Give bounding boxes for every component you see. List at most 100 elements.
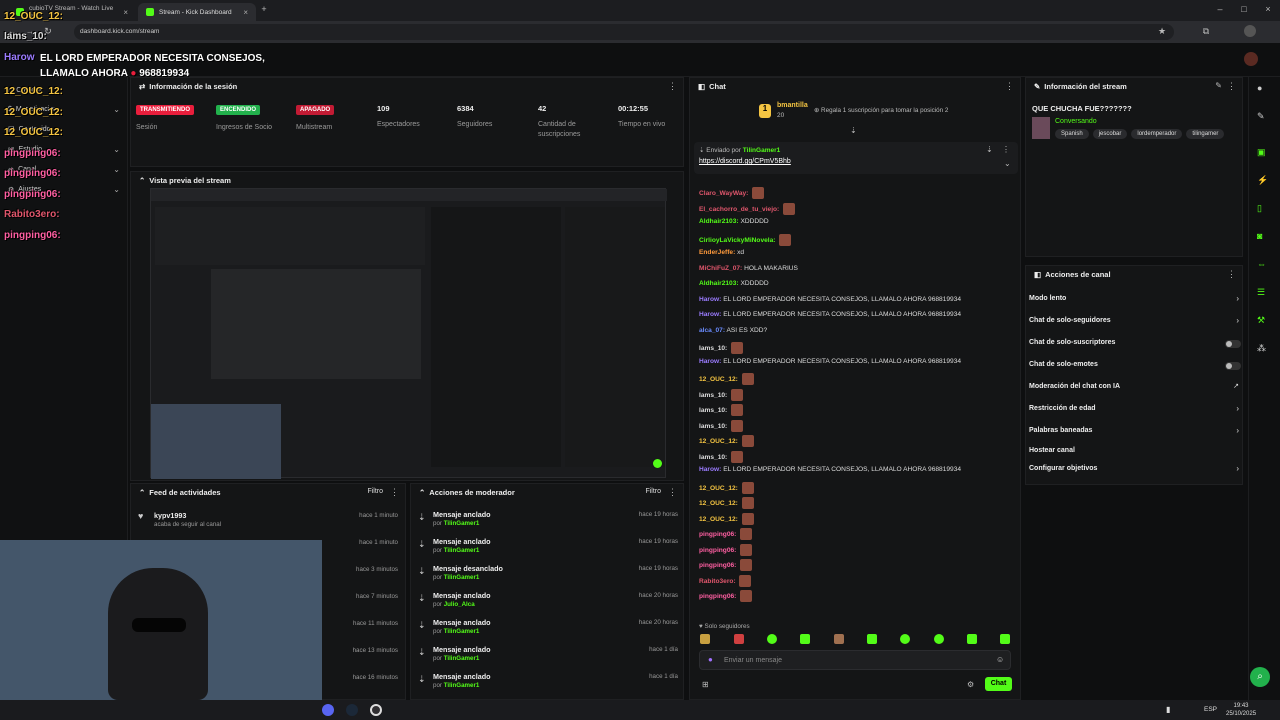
scroll-down-icon[interactable]: ⇣ [850, 126, 857, 135]
chat-username[interactable]: pingping06: [699, 593, 736, 600]
bolt-icon[interactable]: ⚡ [1257, 175, 1268, 186]
chat-username[interactable]: Iams_10: [699, 345, 727, 352]
emote-icon[interactable] [767, 634, 777, 644]
send-chat-button[interactable]: Chat [985, 677, 1012, 691]
chat-username[interactable]: Harow: [699, 311, 721, 318]
chat-username[interactable]: Iams_10: [699, 422, 727, 429]
url-field[interactable]: dashboard.kick.com/stream [74, 24, 1174, 40]
chat-username[interactable]: pingping06: [699, 531, 736, 538]
channel-action-item[interactable]: Configurar objetivos › [1029, 464, 1241, 476]
chat-username[interactable]: Harow: [699, 466, 721, 473]
close-window-icon[interactable]: × [1262, 3, 1274, 15]
channel-action-item[interactable]: Restricción de edad › [1029, 404, 1241, 416]
pinned-link[interactable]: https://discord.gg/CPmV5Bhb [699, 158, 791, 165]
emoji-picker-icon[interactable]: ☺ [996, 655, 1004, 664]
channel-action-item[interactable]: Chat de solo-seguidores › [1029, 316, 1241, 328]
chat-username[interactable]: Aldhair2103: [699, 280, 739, 287]
collapse-icon[interactable]: ⌃ [139, 176, 145, 185]
bookmark-star-icon[interactable]: ★ [1156, 25, 1168, 37]
chat-username[interactable]: Iams_10: [699, 453, 727, 460]
gift-sub-icon[interactable]: ⊞ [702, 680, 709, 689]
collapse-icon[interactable]: ⌃ [419, 488, 425, 497]
tab-kick-dashboard[interactable]: Stream - Kick Dashboard × [138, 3, 256, 21]
chat-username[interactable]: 12_OUC_12: [699, 438, 738, 445]
channel-action-item[interactable]: Modo lento › [1029, 294, 1241, 306]
emote-icon[interactable] [867, 634, 877, 644]
obs-icon[interactable] [370, 704, 382, 716]
chat-username[interactable]: EnderJeffe: [699, 249, 735, 256]
tag-chip[interactable]: tilingamer [1186, 129, 1225, 139]
chat-username[interactable]: Aldhair2103: [699, 218, 739, 225]
chat-username[interactable]: pingping06: [699, 546, 736, 553]
kebab-menu-icon[interactable]: ⋮ [1005, 81, 1014, 92]
chat-username[interactable]: Iams_10: [699, 391, 727, 398]
emote-icon[interactable] [834, 634, 844, 644]
chat-username[interactable]: CirlioyLaVickyMiNovela: [699, 236, 775, 243]
chat-username[interactable]: Claro_WayWay: [699, 190, 748, 197]
edit-icon[interactable]: ✎ [1215, 81, 1222, 90]
emote-icon[interactable] [967, 634, 977, 644]
emote-icon[interactable] [1000, 634, 1010, 644]
kebab-menu-icon[interactable]: ⋮ [668, 487, 677, 498]
channel-action-item[interactable]: Moderación del chat con IA ↗ [1029, 382, 1241, 394]
emote-icon[interactable] [934, 634, 944, 644]
chat-username[interactable]: 12_OUC_12: [699, 484, 738, 491]
kebab-menu-icon[interactable]: ⋮ [1227, 269, 1236, 280]
new-tab-icon[interactable]: + [258, 3, 270, 15]
apps-icon[interactable]: ⁂ [1257, 343, 1266, 354]
minimize-icon[interactable]: – [1214, 3, 1226, 15]
list-icon[interactable]: ☰ [1257, 287, 1265, 298]
category-name[interactable]: Conversando [1055, 118, 1097, 125]
comment-icon[interactable]: ◙ [1257, 231, 1262, 241]
emote-icon[interactable] [734, 634, 744, 644]
wrench-icon[interactable]: ⚒ [1257, 315, 1265, 326]
clock[interactable]: 19:43 25/10/2025 [1226, 702, 1256, 718]
kebab-menu-icon[interactable]: ⋮ [668, 81, 677, 92]
language-indicator[interactable]: ESP [1204, 706, 1217, 713]
link-icon[interactable]: ⇔ [1257, 259, 1266, 269]
tag-chip[interactable]: lordemperador [1131, 129, 1183, 139]
activity-user[interactable]: kypv1993 [154, 511, 186, 520]
chat-username[interactable]: Harow: [699, 358, 721, 365]
activity-filter-button[interactable]: Filtro [367, 488, 383, 495]
toggle-switch[interactable] [1225, 362, 1241, 370]
chat-username[interactable]: pingping06: [699, 562, 736, 569]
chat-username[interactable]: 12_OUC_12: [699, 376, 738, 383]
pencil-icon[interactable]: ✎ [1257, 111, 1265, 122]
chat-username[interactable]: El_cachorro_de_tu_viejo: [699, 205, 779, 212]
tag-chip[interactable]: Spanish [1055, 129, 1089, 139]
channel-action-item[interactable]: Chat de solo-suscriptores [1029, 338, 1241, 350]
chat-username[interactable]: MiChiFuZ_07: [699, 265, 742, 272]
mic-icon[interactable]: ▮ [1166, 705, 1170, 714]
close-tab-icon[interactable]: × [243, 8, 248, 17]
collapse-icon[interactable]: ⌃ [139, 488, 145, 497]
chat-settings-icon[interactable]: ⚙ [967, 680, 974, 689]
chevron-down-icon[interactable]: ⌄ [1004, 159, 1011, 168]
emote-icon[interactable] [900, 634, 910, 644]
profile-avatar[interactable] [1244, 25, 1256, 37]
mod-filter-button[interactable]: Filtro [645, 488, 661, 495]
rail-icon[interactable]: ▣ [1257, 147, 1266, 158]
chat-username[interactable]: 12_OUC_12: [699, 500, 738, 507]
emote-icon[interactable] [800, 634, 810, 644]
kebab-menu-icon[interactable]: ⋮ [390, 487, 399, 498]
channel-action-item[interactable]: Hostear canal [1029, 446, 1241, 458]
chat-input[interactable]: ● Enviar un mensaje ☺ [699, 650, 1011, 670]
kebab-menu-icon[interactable]: ⋮ [1002, 145, 1010, 154]
close-tab-icon[interactable]: × [123, 8, 128, 17]
channel-action-item[interactable]: Chat de solo-emotes [1029, 360, 1241, 372]
channel-action-item[interactable]: Palabras baneadas › [1029, 426, 1241, 438]
emote-icon[interactable] [700, 634, 710, 644]
maximize-icon[interactable]: □ [1238, 3, 1250, 15]
chat-username[interactable]: alca_07: [699, 327, 725, 334]
steam-icon[interactable] [346, 704, 358, 716]
chat-username[interactable]: Iams_10: [699, 407, 727, 414]
chat-username[interactable]: Rabito3ero: [699, 577, 736, 584]
info-icon[interactable]: ● [1257, 83, 1262, 93]
chat-username[interactable]: Harow: [699, 296, 721, 303]
doc-icon[interactable]: ▯ [1257, 203, 1262, 214]
stream-preview-video[interactable] [150, 188, 667, 479]
toggle-switch[interactable] [1225, 340, 1241, 348]
gifter-name[interactable]: bmantilla [777, 102, 808, 109]
user-avatar[interactable] [1244, 52, 1258, 66]
